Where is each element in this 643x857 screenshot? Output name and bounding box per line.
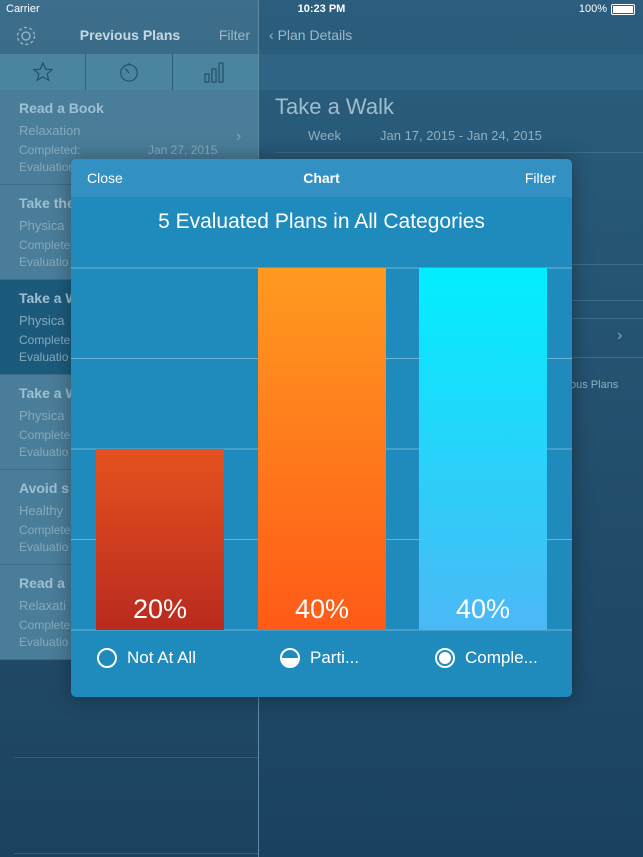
plan-detail-title: Take a Walk — [275, 94, 395, 119]
plan-title: Read a — [19, 575, 65, 591]
legend-label: Parti... — [310, 648, 360, 667]
divider — [14, 757, 258, 758]
previous-plans-link[interactable]: ous Plans — [570, 379, 618, 391]
battery-percent: 100% — [578, 3, 607, 15]
right-nav-bar: ‹ Plan Details — [259, 18, 643, 54]
plan-completed-label: Complete — [19, 238, 71, 252]
bar-2 — [419, 268, 547, 630]
plan-completed-label: Complete — [19, 428, 71, 442]
plan-evaluation-label: Evaluatio — [19, 540, 69, 554]
back-label: Plan Details — [277, 27, 353, 43]
plan-category: Relaxation — [19, 123, 81, 138]
battery-status: 100% — [579, 3, 635, 15]
plan-category: Physica — [19, 313, 65, 328]
empty-circle-icon — [97, 648, 117, 668]
status-bar: Carrier 10:23 PM 100% — [0, 0, 643, 20]
chevron-right-icon: › — [236, 128, 242, 145]
plan-evaluation-label: Evaluatio — [19, 445, 69, 459]
bar-chart-icon — [204, 62, 224, 83]
plan-title: Take the — [19, 195, 75, 211]
plan-completed-label: Completed: — [19, 143, 81, 157]
half-circle-icon — [280, 648, 300, 668]
plan-evaluation-label: Evaluation — [19, 160, 76, 174]
plan-title: Avoid s — [19, 480, 70, 496]
timer-icon — [120, 62, 138, 82]
plan-completed-label: Complete — [19, 618, 71, 632]
star-icon — [31, 61, 54, 82]
bar-value-label: 40% — [456, 594, 510, 624]
plan-date: Jan 27, 2015 — [148, 143, 218, 157]
chevron-right-icon[interactable]: › — [617, 327, 622, 345]
date-range: Jan 17, 2015 - Jan 24, 2015 — [380, 128, 542, 143]
plan-completed-label: Complete — [19, 333, 71, 347]
detail-header-band — [259, 54, 643, 90]
bar-1 — [258, 268, 386, 630]
segmented-control — [0, 54, 258, 90]
tab-chart[interactable] — [173, 54, 258, 90]
filter-button[interactable]: Filter — [219, 27, 250, 43]
plan-evaluation-label: Evaluatio — [19, 635, 69, 649]
legend-item-not-at-all[interactable]: Not At All — [97, 648, 196, 668]
plan-evaluation-label: Evaluatio — [19, 350, 69, 364]
plan-title: Read a Book — [19, 100, 104, 116]
tab-favorites[interactable] — [0, 54, 87, 90]
plan-category: Relaxati — [19, 598, 66, 613]
bar-value-label: 40% — [295, 594, 349, 624]
tab-timer[interactable] — [86, 54, 173, 90]
clock: 10:23 PM — [297, 3, 346, 15]
plan-category: Physica — [19, 408, 65, 423]
divider — [275, 152, 643, 153]
plan-category: Healthy — [19, 503, 64, 518]
legend-item-complete[interactable]: Comple... — [435, 648, 538, 668]
nav-title: Previous Plans — [79, 27, 181, 43]
plan-title: Take a W — [19, 290, 79, 306]
plan-evaluation-label: Evaluatio — [19, 255, 69, 269]
divider — [14, 853, 258, 854]
plan-completed-label: Complete — [19, 523, 71, 537]
left-nav-bar: Previous Plans Filter — [0, 18, 258, 54]
legend-item-partial[interactable]: Parti... — [280, 648, 359, 668]
back-button[interactable]: ‹ Plan Details — [269, 27, 352, 43]
legend-label: Comple... — [465, 648, 538, 667]
plan-category: Physica — [19, 218, 65, 233]
bar-value-label: 20% — [133, 594, 187, 624]
period-label: Week — [308, 128, 341, 143]
plan-title: Take a W — [19, 385, 79, 401]
full-circle-icon — [435, 648, 455, 668]
legend-label: Not At All — [127, 648, 196, 667]
bar-chart: 20% 40% 40% — [71, 267, 572, 631]
gear-icon[interactable] — [14, 24, 38, 48]
battery-icon — [611, 3, 635, 15]
chart-modal: Close Chart Filter 5 Evaluated Plans in … — [71, 159, 572, 697]
chart-legend: Not At All Parti... Comple... — [71, 648, 572, 678]
